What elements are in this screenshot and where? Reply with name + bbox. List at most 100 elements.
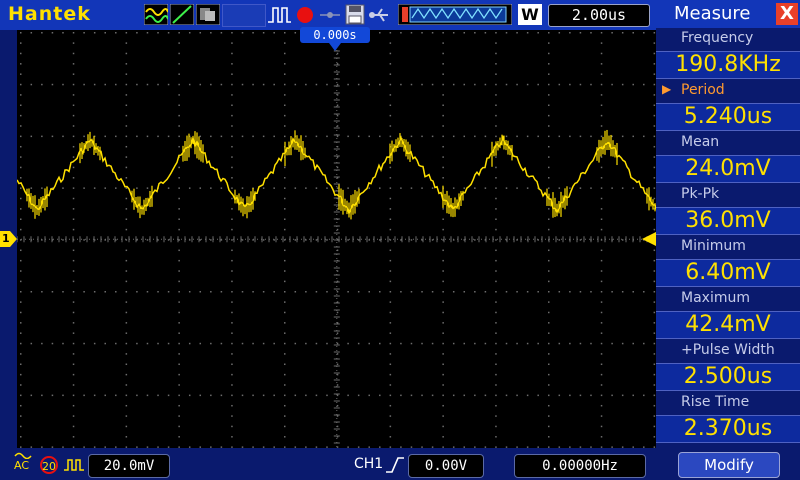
grid-dot [495,32,497,34]
grid-dot [653,301,656,303]
grid-dot [125,114,128,117]
grid-dot [569,291,571,293]
grid-dot [72,270,75,272]
grid-dot [231,83,233,86]
ch1-marker-label: 1 [2,232,10,245]
measure-label[interactable]: Maximum [681,290,799,306]
grid-dot [284,425,286,428]
rising-edge-trigger-icon[interactable] [384,455,406,475]
record-icon[interactable] [294,4,316,25]
trigger-level-display[interactable]: 0.00V [408,454,484,478]
grid-dot [600,270,603,272]
grid-dot [548,125,550,127]
measure-label[interactable]: Frequency [681,30,799,46]
grid-dot [389,342,392,345]
grid-dot [20,404,22,407]
grid-dot [442,166,444,169]
persistence-icon[interactable] [196,4,220,25]
grid-dot [273,291,275,293]
grid-dot [72,83,75,86]
grid-dot [62,291,64,293]
timebase-display[interactable]: 2.00us [548,4,650,27]
measure-value[interactable]: 2.500us [656,363,800,391]
waveform-display-icon[interactable] [144,4,168,25]
grid-dot [590,394,592,397]
grid-dot [442,156,444,158]
grid-dot [252,32,254,34]
trigger-position-indicator[interactable]: 0.000s [300,27,370,43]
grid-dot [442,259,444,262]
grid-dot [20,425,22,428]
grid-dot [199,342,202,345]
grid-dot [537,291,539,293]
grid-dot [526,187,529,189]
vector-mode-icon[interactable] [170,4,194,25]
grid-dot [548,63,550,65]
grid-dot [558,187,561,189]
grid-dot [400,83,402,86]
measure-label[interactable]: Pk-Pk [681,186,799,202]
measure-value[interactable]: 6.40mV [656,259,800,287]
bandwidth-limit-badge[interactable]: 20 [40,456,58,474]
grid-dot [442,332,444,334]
grid-dot [600,114,603,117]
grid-dot [30,394,33,397]
measure-label[interactable]: +Pulse Width [681,342,799,358]
measure-value[interactable]: 36.0mV [656,207,800,235]
measure-label[interactable]: Minimum [681,238,799,254]
grid-dot [20,125,22,127]
grid-dot [579,32,582,34]
grid-dot [284,280,286,283]
close-button[interactable]: X [776,3,798,25]
grid-dot [284,342,286,345]
grid-dot [178,125,180,127]
grid-dot [20,363,22,366]
measure-label[interactable]: Mean [681,134,799,150]
waveform-display-area[interactable] [16,29,698,479]
grid-dot [41,394,43,397]
grid-dot [357,187,360,189]
measure-value[interactable]: 2.370us [656,415,800,443]
grid-dot [125,42,128,44]
grid-dot [600,187,603,189]
grid-dot [653,353,656,355]
grid-dot [632,135,634,138]
grid-dot [178,218,180,220]
grid-dot [262,342,265,345]
grid-dot [516,187,518,189]
measure-label[interactable]: ▶ Period [662,82,799,98]
ac-coupling-indicator[interactable]: AC [14,451,32,471]
memory-overview-icon[interactable] [398,4,512,25]
trigger-level-marker-icon[interactable] [642,232,656,246]
grid-dot [389,249,392,252]
modify-button[interactable]: Modify [678,452,780,478]
grid-dot [284,394,286,397]
grid-dot [305,394,307,397]
grid-dot [178,353,180,355]
measure-value[interactable]: 42.4mV [656,311,800,339]
window-mode-indicator[interactable]: W [518,4,542,25]
measure-label[interactable]: Rise Time [681,394,799,410]
trigger-pulse-icon[interactable] [266,4,292,25]
grid-dot [62,32,64,34]
ch1-volts-per-div[interactable]: 20.0mV [88,454,170,478]
grid-dot [294,342,297,345]
measure-value[interactable]: 5.240us [656,103,800,131]
grid-dot [600,52,603,55]
grid-dot [83,291,85,293]
measure-value[interactable]: 190.8KHz [656,51,800,79]
trigger-source-label[interactable]: CH1 [354,456,383,472]
grid-dot [273,32,275,34]
grid-dot [284,42,286,44]
measure-value[interactable]: 24.0mV [656,155,800,183]
grid-dot [495,249,497,252]
grid-dot [125,259,128,262]
grid-dot [262,83,265,86]
grid-dot [136,342,138,345]
grid-dot [590,83,592,86]
grid-dot [284,73,286,75]
grid-dot [178,259,180,262]
grid-dot [125,73,128,75]
usb-icon[interactable] [368,4,392,25]
save-disk-icon[interactable] [344,4,366,25]
